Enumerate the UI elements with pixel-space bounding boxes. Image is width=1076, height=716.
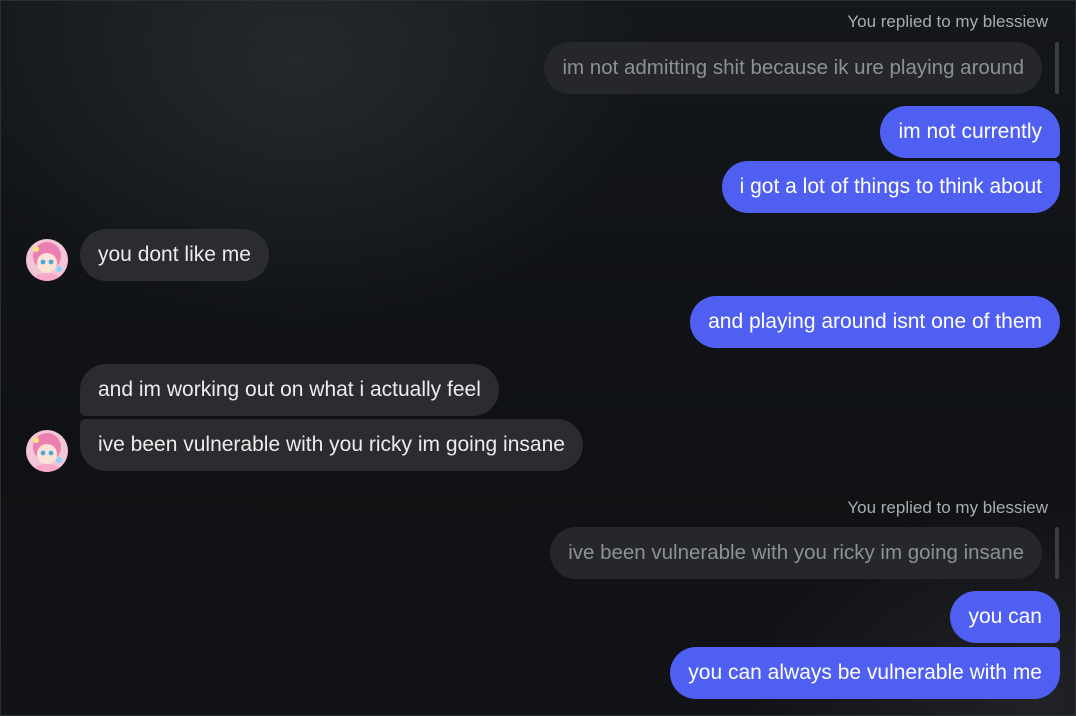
outgoing-message[interactable]: i got a lot of things to think about xyxy=(721,161,1060,213)
quote-indicator-bar xyxy=(1055,42,1059,94)
incoming-message[interactable]: and im working out on what i actually fe… xyxy=(80,364,499,416)
outgoing-message[interactable]: im not currently xyxy=(880,106,1060,158)
avatar-image xyxy=(26,430,68,472)
quote-indicator-bar xyxy=(1055,527,1059,579)
quoted-message[interactable]: im not admitting shit because ik ure pla… xyxy=(544,42,1042,94)
incoming-message[interactable]: you dont like me xyxy=(80,229,269,281)
avatar-image xyxy=(26,239,68,281)
avatar-icon[interactable] xyxy=(26,239,68,281)
quoted-message[interactable]: ive been vulnerable with you ricky im go… xyxy=(550,527,1042,579)
avatar-icon[interactable] xyxy=(26,430,68,472)
incoming-message[interactable]: ive been vulnerable with you ricky im go… xyxy=(80,419,583,471)
reply-label: You replied to my blessiew xyxy=(847,12,1048,31)
outgoing-message[interactable]: you can xyxy=(950,591,1060,643)
outgoing-message[interactable]: you can always be vulnerable with me xyxy=(670,647,1060,699)
outgoing-message[interactable]: and playing around isnt one of them xyxy=(690,296,1060,348)
reply-label: You replied to my blessiew xyxy=(847,498,1048,517)
